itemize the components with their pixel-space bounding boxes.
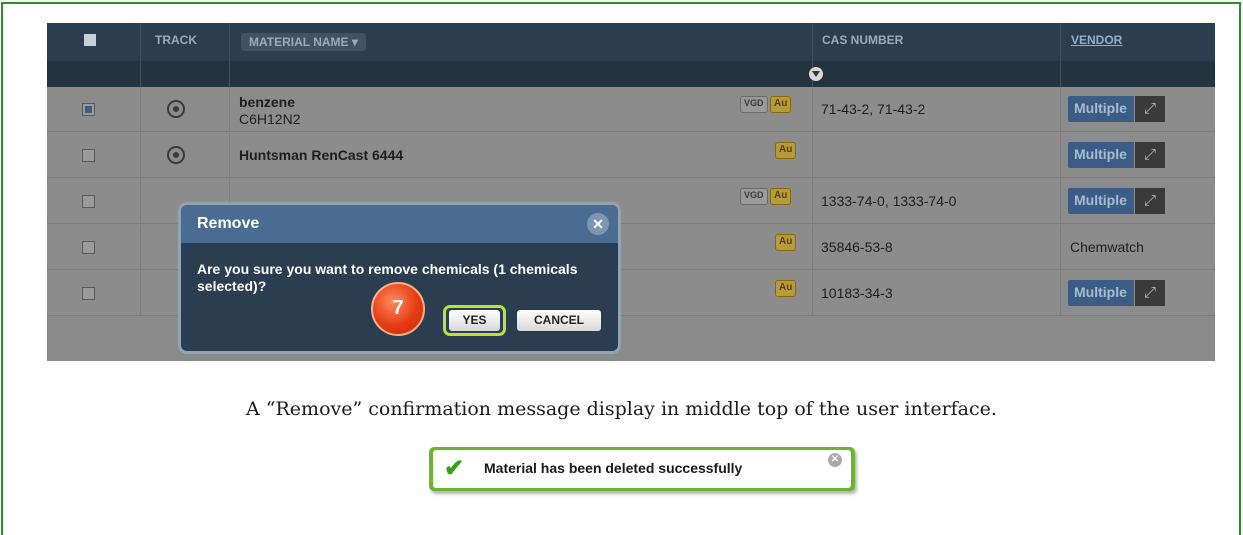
au-badge: Au xyxy=(770,188,792,205)
step-number-badge: 7 xyxy=(371,282,425,336)
close-icon[interactable]: ✕ xyxy=(587,213,609,235)
column-header-vendor[interactable]: VENDOR xyxy=(1071,33,1122,47)
dialog-titlebar: Remove ✕ xyxy=(181,205,618,243)
sort-dropdown-icon: ▾ xyxy=(351,35,358,49)
success-toast: ✔ Material has been deleted successfully… xyxy=(429,447,855,491)
expand-icon[interactable]: ⤢ xyxy=(1135,142,1165,168)
checkmark-icon: ✔ xyxy=(444,455,465,482)
cas-number: 1333-74-0, 1333-74-0 xyxy=(821,193,957,209)
material-formula: C6H12N2 xyxy=(239,111,301,127)
cas-number: 71-43-2, 71-43-2 xyxy=(821,101,926,117)
row-checkbox[interactable] xyxy=(82,103,95,116)
multiple-vendors-button[interactable]: Multiple xyxy=(1068,188,1134,214)
au-badge: Au xyxy=(775,280,797,297)
column-header-cas-number[interactable]: CAS NUMBER xyxy=(822,33,903,47)
row-checkbox[interactable] xyxy=(82,241,95,254)
caption-text: A “Remove” confirmation message display … xyxy=(246,398,997,420)
table-row[interactable]: Huntsman RenCast 6444 Au Multiple ⤢ xyxy=(47,133,1215,178)
material-name[interactable]: Huntsman RenCast 6444 xyxy=(239,147,403,163)
vendor-name: Chemwatch xyxy=(1070,239,1144,255)
select-all-checkbox[interactable] xyxy=(84,34,96,46)
cancel-button[interactable]: CANCEL xyxy=(517,310,601,331)
multiple-vendors-button[interactable]: Multiple xyxy=(1068,280,1134,306)
track-target-icon[interactable] xyxy=(167,146,185,164)
row-checkbox[interactable] xyxy=(82,195,95,208)
column-header-material-name[interactable]: MATERIAL NAME ▾ xyxy=(241,33,366,51)
filter-icon[interactable] xyxy=(809,67,823,81)
au-badge: Au xyxy=(775,142,797,159)
row-checkbox[interactable] xyxy=(82,149,95,162)
expand-icon[interactable]: ⤢ xyxy=(1135,96,1165,122)
multiple-vendors-button[interactable]: Multiple xyxy=(1068,96,1134,122)
yes-button[interactable]: YES xyxy=(449,310,500,331)
table-row[interactable]: benzene C6H12N2 VGD Au 71-43-2, 71-43-2 … xyxy=(47,87,1215,132)
cas-number: 35846-53-8 xyxy=(821,239,893,255)
expand-icon[interactable]: ⤢ xyxy=(1135,280,1165,306)
au-badge: Au xyxy=(775,234,797,251)
track-target-icon[interactable] xyxy=(167,100,185,118)
toast-message: Material has been deleted successfully xyxy=(484,460,743,476)
material-name[interactable]: benzene xyxy=(239,94,295,110)
vgd-badge: VGD xyxy=(740,96,768,113)
close-icon[interactable]: ✕ xyxy=(828,453,842,467)
table-header: TRACK MATERIAL NAME ▾ CAS NUMBER VENDOR xyxy=(47,23,1215,87)
column-header-track[interactable]: TRACK xyxy=(155,33,197,47)
row-checkbox[interactable] xyxy=(82,287,95,300)
multiple-vendors-button[interactable]: Multiple xyxy=(1068,142,1134,168)
cas-number: 10183-34-3 xyxy=(821,285,893,301)
expand-icon[interactable]: ⤢ xyxy=(1135,188,1165,214)
dialog-title: Remove xyxy=(197,215,260,232)
vgd-badge: VGD xyxy=(740,188,768,205)
au-badge: Au xyxy=(770,96,792,113)
